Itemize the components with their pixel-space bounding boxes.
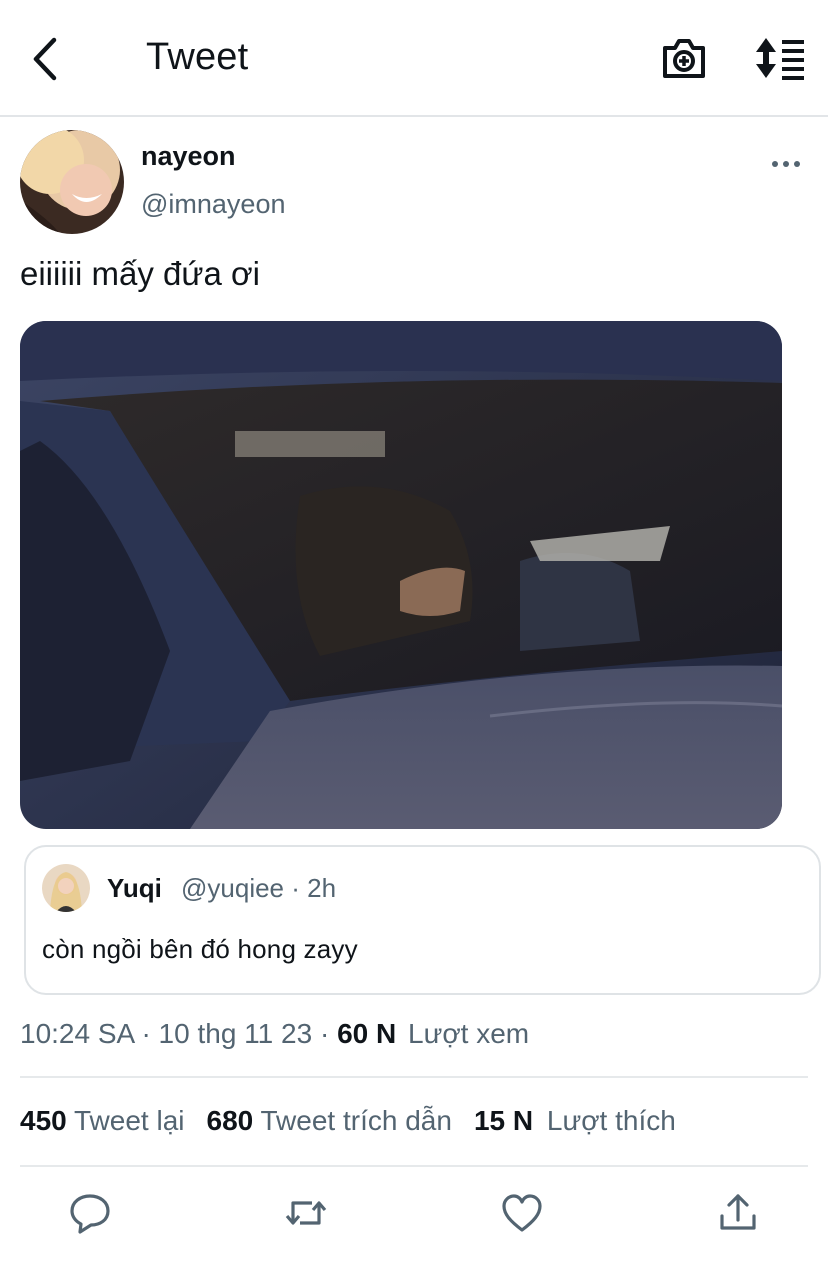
retweets-label: Tweet lại (74, 1105, 185, 1136)
reply-button[interactable] (68, 1190, 112, 1236)
views-label: Lượt xem (408, 1018, 530, 1049)
tweet-time: 10:24 SA (20, 1018, 134, 1049)
quoted-author-avatar[interactable] (42, 864, 90, 912)
tweet-timestamp-row: 10:24 SA · 10 thg 11 23 · 60 N Lượt xem (20, 1018, 529, 1050)
screenshot-button[interactable] (660, 36, 708, 82)
heart-icon (502, 1194, 542, 1232)
sort-toggle-button[interactable] (752, 34, 810, 82)
engagement-stats: 450 Tweet lại 680 Tweet trích dẫn 15 N Lượ… (20, 1105, 698, 1137)
tweet-date: 10 thg 11 23 (158, 1018, 313, 1049)
quote-tweets-count: 680 (206, 1105, 254, 1136)
retweets-stat[interactable]: 450 Tweet lại (20, 1105, 185, 1137)
sort-icon (756, 38, 804, 80)
likes-count: 15 N (473, 1105, 534, 1136)
like-button[interactable] (500, 1190, 544, 1236)
separator: · (141, 1018, 151, 1049)
quoted-tweet[interactable] (24, 845, 821, 995)
more-options-button[interactable] (768, 150, 804, 178)
retweet-icon (285, 1201, 327, 1225)
quoted-author-name[interactable]: Yuqi (107, 873, 162, 904)
separator: · (319, 1018, 330, 1049)
page-title: Tweet (146, 36, 249, 78)
likes-stat[interactable]: 15 N Lượt thích (474, 1105, 676, 1137)
quote-tweets-stat[interactable]: 680 Tweet trích dẫn (207, 1105, 452, 1137)
share-button[interactable] (716, 1190, 760, 1236)
author-avatar[interactable] (20, 130, 124, 234)
divider (20, 1076, 808, 1078)
tweet-photo[interactable] (20, 321, 782, 829)
share-icon (720, 1194, 756, 1230)
tweet-text: eiiiiii mấy đứa ơi (20, 255, 260, 292)
quoted-tweet-text: còn ngồi bên đó hong zayy (42, 934, 358, 964)
back-button[interactable] (22, 34, 70, 84)
divider (20, 1165, 808, 1167)
quote-tweets-label: Tweet trích dẫn (260, 1105, 452, 1136)
author-name[interactable]: nayeon (141, 141, 236, 172)
author-handle[interactable]: @imnayeon (141, 189, 285, 220)
retweet-button[interactable] (284, 1190, 328, 1236)
camera-add-icon (663, 39, 705, 78)
likes-label: Lượt thích (546, 1105, 676, 1136)
retweets-count: 450 (20, 1105, 67, 1136)
chevron-left-icon (33, 37, 57, 81)
quoted-author-meta: @yuqiee · 2h (181, 873, 337, 903)
reply-icon (70, 1194, 110, 1234)
views-count: 60 N (337, 1018, 397, 1049)
more-horizontal-icon (772, 161, 800, 167)
